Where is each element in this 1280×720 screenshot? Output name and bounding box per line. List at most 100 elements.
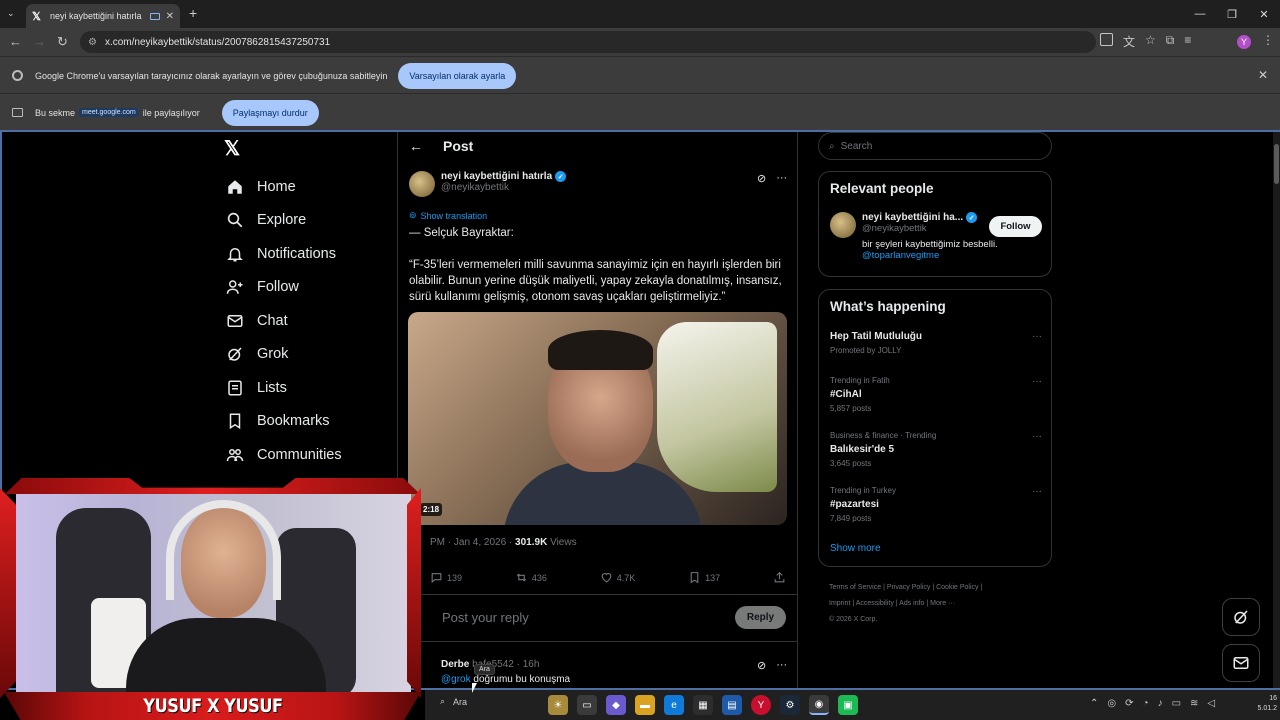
like-action[interactable]: 4.7K (600, 571, 635, 584)
tray-icon[interactable]: ⟳ (1125, 698, 1133, 709)
sidebar-item-notifications[interactable]: Notifications (226, 237, 342, 271)
sidebar-item-bookmarks[interactable]: Bookmarks (226, 405, 342, 439)
show-translation-link[interactable]: ⊚ Show translation (409, 210, 487, 221)
translate-icon[interactable]: 文 (1123, 33, 1135, 50)
close-window-button[interactable]: ✕ (1248, 0, 1280, 28)
grok-explain-icon[interactable]: ⊘ (757, 172, 766, 185)
set-default-button[interactable]: Varsayılan olarak ayarla (398, 62, 517, 89)
comment-author[interactable]: Derbe (441, 659, 469, 670)
more-options-icon[interactable]: ··· (1032, 331, 1042, 342)
post-author[interactable]: neyi kaybettiğini hatırla ✓ @neyikaybetti… (409, 171, 567, 197)
repost-action[interactable]: 436 (515, 571, 547, 584)
taskbar-search[interactable]: ⌕ Ara (440, 696, 467, 707)
sidebar-item-follow[interactable]: Follow (226, 271, 342, 305)
microphone-icon[interactable]: ♪ (1158, 698, 1163, 709)
video-player[interactable]: 2:18 (408, 312, 787, 525)
stop-sharing-button[interactable]: Paylaşmayı durdur (221, 99, 319, 126)
trend-item[interactable]: Trending in Turkey #pazartesi 7,849 post… (830, 486, 1042, 523)
more-options-icon[interactable]: ··· (776, 659, 787, 672)
tab-search-icon[interactable]: ⌄ (7, 8, 15, 19)
nav-label: Grok (257, 346, 289, 363)
app-icon-green[interactable]: ▣ (838, 695, 858, 715)
footer-line[interactable]: Imprint | Accessibility | Ads info | Mor… (829, 596, 1059, 612)
minimize-button[interactable]: — (1184, 0, 1216, 28)
reply-count: 139 (447, 572, 463, 583)
more-options-icon[interactable]: ··· (1032, 431, 1042, 442)
extensions-icon[interactable]: ⧉ (1166, 33, 1175, 50)
cast-icon[interactable] (1100, 33, 1113, 46)
widgets-icon[interactable]: ☀ (548, 695, 568, 715)
tray-icon[interactable]: ◔ (1143, 698, 1149, 709)
reply-input[interactable]: Post your reply (442, 610, 529, 625)
file-explorer-icon[interactable]: ▬ (635, 695, 655, 715)
grok-explain-icon[interactable]: ⊘ (757, 659, 766, 672)
bookmark-star-icon[interactable]: ☆ (1145, 33, 1156, 50)
x-logo[interactable]: 𝕏 (224, 136, 240, 161)
maximize-button[interactable]: ❐ (1216, 0, 1248, 28)
yandex-icon[interactable]: Y (751, 695, 771, 715)
share-action[interactable] (773, 571, 786, 584)
edge-icon[interactable]: e (664, 695, 684, 715)
tray-icon[interactable]: ◎ (1107, 698, 1116, 709)
rp-name[interactable]: neyi kaybettiğini ha... (862, 212, 963, 223)
copilot-icon[interactable]: ◆ (606, 695, 626, 715)
volume-icon[interactable]: ◁ (1207, 698, 1215, 709)
sidebar-item-grok[interactable]: Grok (226, 338, 342, 372)
steam-icon[interactable]: ⚙ (780, 695, 800, 715)
sidebar-item-chat[interactable]: Chat (226, 304, 342, 338)
author-name[interactable]: neyi kaybettiğini hatırla (441, 171, 552, 182)
omnibox[interactable]: ⚙ x.com/neyikaybettik/status/20078628154… (80, 31, 1096, 53)
close-tab-icon[interactable]: ✕ (166, 11, 174, 22)
trend-item[interactable]: Trending in Fatih #CihAl 5,857 posts ··· (830, 376, 1042, 413)
rp-bio-link[interactable]: @toparlanvegitme (862, 250, 998, 261)
share-prefix: Bu sekme (35, 107, 76, 118)
search-input[interactable]: ⌕ Search (818, 132, 1052, 160)
app-icon[interactable]: ▤ (722, 695, 742, 715)
more-options-icon[interactable]: ··· (1032, 376, 1042, 387)
follow-button[interactable]: Follow (989, 216, 1042, 237)
post-timestamp[interactable]: PM · Jan 4, 2026 · (430, 537, 512, 548)
footer-line[interactable]: Terms of Service | Privacy Policy | Cook… (829, 580, 1059, 596)
trend-context: Trending in Fatih (830, 376, 890, 385)
grok-icon (1234, 610, 1248, 624)
reading-list-icon[interactable]: ≡ (1184, 33, 1191, 50)
site-info-icon[interactable]: ⚙ (88, 37, 97, 48)
grok-float-button[interactable] (1222, 598, 1260, 636)
avatar[interactable] (830, 212, 856, 238)
task-view-icon[interactable]: ▭ (577, 695, 597, 715)
reload-button[interactable]: ↻ (57, 34, 68, 50)
page-scrollbar[interactable] (1273, 132, 1280, 688)
sidebar-item-home[interactable]: Home (226, 170, 342, 204)
forward-button[interactable]: → (33, 34, 46, 49)
chevron-up-icon[interactable]: ⌃ (1090, 698, 1098, 709)
bookmark-action[interactable]: 137 (688, 571, 720, 584)
messages-float-button[interactable] (1222, 644, 1260, 682)
chrome-menu-icon[interactable]: ⋮ (1262, 33, 1274, 47)
profile-avatar[interactable]: Y (1237, 35, 1251, 49)
store-icon[interactable]: ▦ (693, 695, 713, 715)
reply-action[interactable]: 139 (430, 571, 462, 584)
more-options-icon[interactable]: ··· (776, 172, 787, 185)
back-arrow-icon[interactable]: ← (409, 138, 423, 154)
comment-mention[interactable]: @grok (441, 674, 471, 685)
more-options-icon[interactable]: ··· (1032, 486, 1042, 497)
browser-tab[interactable]: 𝕏 neyi kaybettiğini hatırla on ✕ (26, 4, 180, 28)
close-infobar-icon[interactable]: ✕ (1258, 68, 1268, 82)
new-tab-button[interactable]: + (189, 5, 197, 21)
trend-item[interactable]: Business & finance · Trending Balıkesir'… (830, 431, 1042, 468)
display-icon[interactable]: ▭ (1172, 698, 1181, 709)
scrollbar-thumb[interactable] (1274, 144, 1279, 184)
avatar[interactable] (409, 171, 435, 197)
trend-item[interactable]: Hep Tatil Mutluluğu Promoted by JOLLY ··… (830, 331, 1042, 355)
sidebar-item-explore[interactable]: Explore (226, 204, 342, 238)
back-button[interactable]: ← (9, 34, 22, 49)
reply-button[interactable]: Reply (735, 606, 786, 629)
sidebar-item-communities[interactable]: Communities (226, 438, 342, 472)
author-handle[interactable]: @neyikaybettik (441, 182, 566, 193)
chrome-taskbar-icon[interactable]: ◉ (809, 695, 829, 715)
sidebar-item-lists[interactable]: Lists (226, 371, 342, 405)
taskbar-clock[interactable]: 16 5.01.2 (1249, 694, 1277, 714)
relevant-person[interactable]: neyi kaybettiğini ha... ✓ @neyikaybettik … (830, 212, 998, 261)
show-more-link[interactable]: Show more (830, 543, 881, 554)
wifi-icon[interactable]: ≋ (1190, 698, 1198, 709)
